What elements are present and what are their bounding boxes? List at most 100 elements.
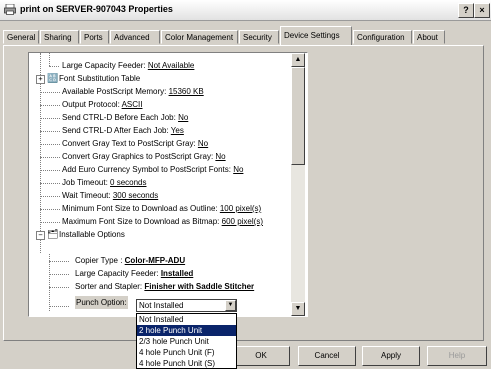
tab-security[interactable]: Security [239, 30, 279, 44]
settings-tree[interactable]: Large Capacity Feeder: Not Available + 🔠… [28, 52, 308, 317]
tree-item-label: Send CTRL-D Before Each Job: [62, 113, 179, 122]
cancel-button[interactable]: Cancel [298, 346, 356, 366]
apply-button[interactable]: Apply [362, 346, 420, 366]
tree-item-label: Large Capacity Feeder: [62, 61, 148, 70]
tree-item-value[interactable]: No [215, 152, 225, 161]
scroll-down-arrow-icon[interactable]: ▼ [291, 302, 305, 316]
tree-item-job-timeout[interactable]: Job Timeout: 0 seconds [62, 176, 147, 189]
tab-sharing[interactable]: Sharing [40, 30, 79, 44]
tab-general[interactable]: General [3, 30, 39, 44]
punch-option-item[interactable]: 2/3 hole Punch Unit [137, 336, 236, 347]
tree-connector [49, 66, 59, 67]
tree-item-label: Font Substitution Table [59, 74, 141, 83]
tree-item-value[interactable]: No [198, 139, 208, 148]
scroll-up-arrow-icon[interactable]: ▲ [291, 53, 305, 67]
punch-option-item[interactable]: Not Installed [137, 314, 236, 325]
help-title-button[interactable]: ? [458, 3, 474, 18]
help-button[interactable]: Help [427, 346, 487, 366]
tree-item-font-substitution[interactable]: Font Substitution Table [59, 72, 140, 85]
tree-item-label: Installable Options [59, 230, 125, 239]
collapse-toggle[interactable]: − [36, 231, 45, 240]
tree-item-lcf-installed[interactable]: Large Capacity Feeder: Installed [75, 267, 193, 280]
close-button[interactable]: × [474, 3, 490, 18]
tab-configuration[interactable]: Configuration [353, 30, 412, 44]
tree-item-max-font-bitmap[interactable]: Maximum Font Size to Download as Bitmap:… [62, 215, 263, 228]
tree-item-large-capacity-feeder[interactable]: Large Capacity Feeder: Not Available [62, 59, 194, 72]
tree-item-gray-graphics[interactable]: Convert Gray Graphics to PostScript Gray… [62, 150, 226, 163]
tree-connector [40, 157, 60, 158]
tree-item-label: Add Euro Currency Symbol to PostScript F… [62, 165, 234, 174]
punch-option-item[interactable]: 4 hole Punch Unit (F) [137, 347, 236, 358]
tree-item-value[interactable]: ASCII [122, 100, 143, 109]
tree-connector [49, 306, 69, 307]
tree-item-label: Available PostScript Memory: [62, 87, 169, 96]
tab-advanced[interactable]: Advanced [110, 30, 160, 44]
punch-option-dropdown-list[interactable]: Not Installed 2 hole Punch Unit 2/3 hole… [136, 313, 237, 369]
tree-connector [40, 105, 60, 106]
tree-connector [49, 287, 69, 288]
tree-item-label: Minimum Font Size to Download as Outline… [62, 204, 220, 213]
tree-item-installable-options[interactable]: Installable Options [59, 228, 125, 241]
tree-item-label: Job Timeout: [62, 178, 111, 187]
tree-item-sorter-stapler[interactable]: Sorter and Stapler: Finisher with Saddle… [75, 280, 254, 293]
ok-button[interactable]: OK [232, 346, 290, 366]
tree-item-value[interactable]: 0 seconds [110, 178, 146, 187]
properties-dialog: print on SERVER-907043 Properties ? × Ge… [0, 0, 491, 369]
tree-item-output-protocol[interactable]: Output Protocol: ASCII [62, 98, 143, 111]
tree-item-postscript-memory[interactable]: Available PostScript Memory: 15360 KB [62, 85, 204, 98]
tab-device-settings[interactable]: Device Settings [280, 26, 352, 45]
tree-item-label: Copier Type : [75, 256, 125, 265]
tree-item-label: Convert Gray Text to PostScript Gray: [62, 139, 198, 148]
tree-item-value[interactable]: 15360 KB [169, 87, 204, 96]
tree-item-value[interactable]: Installed [161, 269, 193, 278]
tree-item-copier-type[interactable]: Copier Type : Color-MFP-ADU [75, 254, 185, 267]
tree-item-ctrl-d-before[interactable]: Send CTRL-D Before Each Job: No [62, 111, 188, 124]
tree-connector [40, 196, 60, 197]
tree-item-wait-timeout[interactable]: Wait Timeout: 300 seconds [62, 189, 158, 202]
tree-connector [40, 183, 60, 184]
tree-item-label: Wait Timeout: [62, 191, 113, 200]
tree-item-label: Punch Option: [76, 298, 127, 307]
tree-item-label: Send CTRL-D After Each Job: [62, 126, 171, 135]
punch-option-item-highlighted[interactable]: 2 hole Punch Unit [137, 325, 236, 336]
tree-item-euro-symbol[interactable]: Add Euro Currency Symbol to PostScript F… [62, 163, 243, 176]
tree-item-gray-text[interactable]: Convert Gray Text to PostScript Gray: No [62, 137, 208, 150]
tree-item-value[interactable]: Yes [171, 126, 184, 135]
punch-option-select[interactable]: Not Installed ▼ [136, 299, 237, 312]
tree-connector [40, 209, 60, 210]
tab-about[interactable]: About [413, 30, 445, 44]
tree-item-punch-option[interactable]: Punch Option: [75, 296, 128, 309]
tree-connector [40, 118, 60, 119]
tree-item-value[interactable]: No [233, 165, 243, 174]
tree-item-label: Maximum Font Size to Download as Bitmap: [62, 217, 222, 226]
tree-item-value[interactable]: No [178, 113, 188, 122]
tree-vertical-scrollbar[interactable]: ▲ ▼ [291, 53, 305, 316]
tree-connector [49, 261, 69, 262]
window-title: print on SERVER-907043 Properties [20, 4, 173, 14]
tree-item-value[interactable]: Not Available [148, 61, 195, 70]
tree-item-value[interactable]: 100 pixel(s) [220, 204, 261, 213]
tree-item-value[interactable]: Color-MFP-ADU [125, 256, 185, 265]
tab-color-management[interactable]: Color Management [161, 30, 238, 44]
punch-option-item[interactable]: 4 hole Punch Unit (S) [137, 358, 236, 368]
printer-icon [4, 4, 16, 15]
expand-toggle[interactable]: + [36, 75, 45, 84]
tree-connector [49, 53, 50, 66]
tree-connector [49, 254, 50, 311]
scroll-thumb[interactable] [291, 67, 305, 165]
punch-option-selected-value: Not Installed [139, 301, 184, 310]
title-bar[interactable]: print on SERVER-907043 Properties ? × [0, 0, 491, 21]
tree-item-ctrl-d-after[interactable]: Send CTRL-D After Each Job: Yes [62, 124, 184, 137]
font-table-icon: 🔠 [47, 73, 59, 83]
tree-item-value[interactable]: Finisher with Saddle Stitcher [144, 282, 254, 291]
dropdown-arrow-icon[interactable]: ▼ [225, 300, 236, 311]
tree-item-value[interactable]: 600 pixel(s) [222, 217, 263, 226]
tree-connector [40, 222, 60, 223]
tree-item-label: Large Capacity Feeder: [75, 269, 161, 278]
tree-item-value[interactable]: 300 seconds [113, 191, 158, 200]
tree-connector [40, 144, 60, 145]
tree-connector [40, 92, 60, 93]
tab-ports[interactable]: Ports [80, 30, 109, 44]
tab-strip: General Sharing Ports Advanced Color Man… [0, 26, 491, 46]
tree-item-min-font-outline[interactable]: Minimum Font Size to Download as Outline… [62, 202, 261, 215]
